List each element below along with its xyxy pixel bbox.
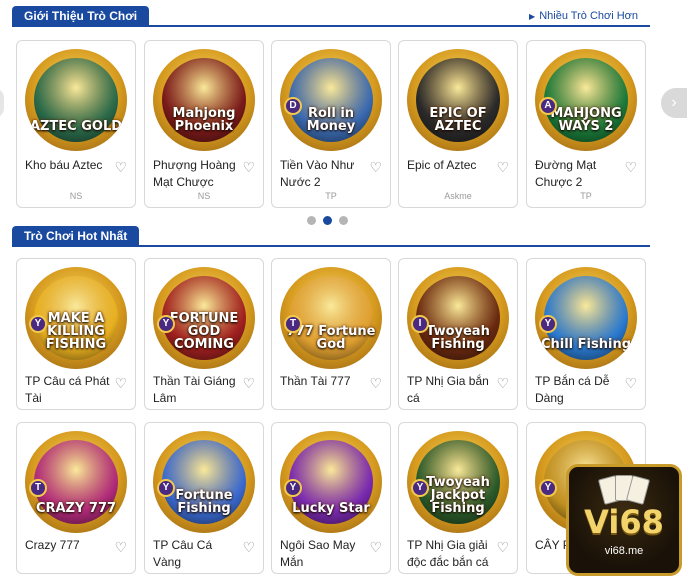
- carousel-dot[interactable]: [307, 216, 316, 225]
- game-thumbnail[interactable]: MAKE A KILLING FISHING Y: [25, 267, 127, 369]
- chevron-right-icon: ›: [671, 94, 677, 111]
- game-name[interactable]: Kho báu Aztec: [25, 157, 115, 174]
- heart-icon[interactable]: ♡: [624, 376, 637, 390]
- provider-badge-icon: Y: [539, 315, 557, 333]
- game-provider: NS: [69, 191, 83, 201]
- watermark-brand: Vi68: [584, 503, 664, 541]
- game-thumbnail[interactable]: Fortune Fishing Y: [153, 431, 255, 533]
- game-thumbnail[interactable]: Roll in Money D: [280, 49, 382, 151]
- game-name[interactable]: Tiền Vào Như Nước 2: [280, 157, 370, 191]
- heart-icon[interactable]: ♡: [242, 540, 255, 554]
- watermark-url: vi68.me: [604, 545, 644, 557]
- game-thumbnail[interactable]: CRAZY 777 T: [25, 431, 127, 533]
- game-card[interactable]: Mahjong Phoenix Phượng Hoàng Mạt Chược ♡ NS: [144, 40, 264, 208]
- heart-icon[interactable]: ♡: [242, 160, 255, 174]
- game-logo-text: Mahjong Phoenix: [172, 106, 236, 134]
- carousel-prev-edge[interactable]: [0, 88, 4, 118]
- heart-icon[interactable]: ♡: [369, 540, 382, 554]
- game-provider: TP: [580, 191, 592, 201]
- intro-section-header: Giới Thiệu Trò Chơi ▶ Nhiều Trò Chơi Hơn: [12, 6, 650, 27]
- game-card[interactable]: AZTEC GOLD Kho báu Aztec ♡ NS: [16, 40, 136, 208]
- game-card[interactable]: CRAZY 777 T Crazy 777 ♡: [16, 422, 136, 574]
- heart-icon[interactable]: ♡: [114, 376, 127, 390]
- game-card[interactable]: Roll in Money D Tiền Vào Như Nước 2 ♡ TP: [271, 40, 391, 208]
- provider-badge-icon: I: [411, 315, 429, 333]
- heart-icon[interactable]: ♡: [114, 160, 127, 174]
- heart-icon[interactable]: ♡: [496, 376, 509, 390]
- more-games-link[interactable]: ▶ Nhiều Trò Chơi Hơn: [529, 8, 638, 25]
- game-name[interactable]: TP Câu Cá Vàng: [153, 537, 243, 571]
- game-provider: NS: [197, 191, 211, 201]
- game-card[interactable]: EPIC OF AZTEC Epic of Aztec ♡ Askme: [398, 40, 518, 208]
- game-card[interactable]: MAHJONG WAYS 2 A Đường Mạt Chược 2 ♡ TP: [526, 40, 646, 208]
- game-name[interactable]: Crazy 777: [25, 537, 115, 554]
- intro-section-title: Giới Thiệu Trò Chơi: [12, 6, 150, 27]
- game-thumbnail[interactable]: Mahjong Phoenix: [153, 49, 255, 151]
- game-card[interactable]: Fortune Fishing Y TP Câu Cá Vàng ♡: [144, 422, 264, 574]
- game-thumbnail[interactable]: 777 Fortune God T: [280, 267, 382, 369]
- provider-badge-icon: Y: [157, 315, 175, 333]
- carousel-dot[interactable]: [339, 216, 348, 225]
- provider-badge-icon: D: [284, 97, 302, 115]
- more-games-label: Nhiều Trò Chơi Hơn: [539, 10, 638, 22]
- game-name[interactable]: Thần Tài Giáng Lâm: [153, 373, 243, 407]
- provider-badge-icon: Y: [284, 479, 302, 497]
- game-name[interactable]: Ngôi Sao May Mắn: [280, 537, 370, 571]
- provider-badge-icon: Y: [539, 479, 557, 497]
- game-name[interactable]: TP Nhị Gia bắn cá: [407, 373, 497, 407]
- game-thumbnail[interactable]: Twoyeah Fishing I: [407, 267, 509, 369]
- provider-badge-icon: Y: [411, 479, 429, 497]
- carousel-dot-active[interactable]: [323, 216, 332, 225]
- game-card[interactable]: 777 Fortune God T Thần Tài 777 ♡: [271, 258, 391, 410]
- game-card[interactable]: Lucky Star Y Ngôi Sao May Mắn ♡: [271, 422, 391, 574]
- game-thumbnail[interactable]: MAHJONG WAYS 2A: [535, 49, 637, 151]
- game-logo-text: Chill Fishing: [540, 337, 632, 352]
- game-name[interactable]: Epic of Aztec: [407, 157, 497, 174]
- hot-section-header: Trò Chơi Hot Nhất: [12, 226, 650, 247]
- heart-icon[interactable]: ♡: [496, 540, 509, 554]
- carousel-next-button[interactable]: ›: [661, 88, 687, 118]
- game-name[interactable]: Phượng Hoàng Mạt Chược: [153, 157, 243, 191]
- game-provider: Askme: [444, 191, 472, 201]
- game-thumbnail[interactable]: EPIC OF AZTEC: [407, 49, 509, 151]
- heart-icon[interactable]: ♡: [369, 160, 382, 174]
- game-logo-text: CRAZY 777: [35, 501, 117, 516]
- heart-icon[interactable]: ♡: [369, 376, 382, 390]
- provider-badge-icon: T: [29, 479, 47, 497]
- game-name[interactable]: TP Nhị Gia giải độc đắc bắn cá: [407, 537, 497, 571]
- heart-icon[interactable]: ♡: [624, 160, 637, 174]
- game-thumbnail[interactable]: FORTUNE GOD COMING Y: [153, 267, 255, 369]
- game-card[interactable]: Chill Fishing Y TP Bắn cá Dễ Dàng ♡: [526, 258, 646, 410]
- game-name[interactable]: TP Câu cá Phát Tài: [25, 373, 115, 407]
- game-card[interactable]: FORTUNE GOD COMING Y Thần Tài Giáng Lâm ♡: [144, 258, 264, 410]
- game-name[interactable]: TP Bắn cá Dễ Dàng: [535, 373, 625, 407]
- provider-badge-icon: Y: [157, 479, 175, 497]
- game-logo-text: Lucky Star: [292, 501, 370, 516]
- game-card[interactable]: Twoyeah Jackpot Fishing Y TP Nhị Gia giải …: [398, 422, 518, 574]
- game-card[interactable]: Twoyeah Fishing I TP Nhị Gia bắn cá ♡: [398, 258, 518, 410]
- caret-right-icon: ▶: [529, 12, 536, 21]
- game-thumbnail[interactable]: AZTEC GOLD: [25, 49, 127, 151]
- game-logo-text: EPIC OF AZTEC: [429, 106, 487, 134]
- game-thumbnail[interactable]: Twoyeah Jackpot Fishing Y: [407, 431, 509, 533]
- game-name[interactable]: Thần Tài 777: [280, 373, 370, 390]
- playing-cards-icon: [597, 475, 651, 505]
- provider-badge-icon: A: [539, 97, 557, 115]
- heart-icon[interactable]: ♡: [114, 540, 127, 554]
- hot-section-title: Trò Chơi Hot Nhất: [12, 226, 140, 247]
- vi68-watermark-logo: Vi68 vi68.me: [566, 464, 682, 576]
- game-logo-text: AZTEC GOLD: [29, 119, 123, 134]
- heart-icon[interactable]: ♡: [496, 160, 509, 174]
- game-provider: TP: [325, 191, 337, 201]
- heart-icon[interactable]: ♡: [242, 376, 255, 390]
- provider-badge-icon: Y: [29, 315, 47, 333]
- provider-badge-icon: T: [284, 315, 302, 333]
- game-thumbnail[interactable]: Chill Fishing Y: [535, 267, 637, 369]
- game-name[interactable]: Đường Mạt Chược 2: [535, 157, 625, 191]
- game-card[interactable]: MAKE A KILLING FISHING Y TP Câu cá Phát Tà…: [16, 258, 136, 410]
- game-thumbnail[interactable]: Lucky Star Y: [280, 431, 382, 533]
